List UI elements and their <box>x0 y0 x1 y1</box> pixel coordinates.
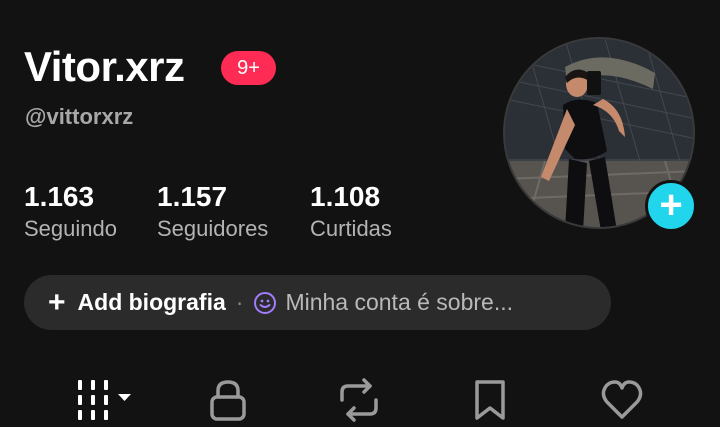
following-count: 1.163 <box>24 181 95 212</box>
likes-label: Curtidas <box>310 216 392 241</box>
plus-icon: + <box>48 285 66 319</box>
repost-icon <box>340 378 378 422</box>
bio-separator: · <box>235 289 244 315</box>
username: @vittorxrz <box>25 104 134 129</box>
display-name: Vitor.xrz <box>24 43 185 90</box>
bio-hint: Minha conta é sobre... <box>285 289 514 315</box>
tab-liked[interactable] <box>600 378 644 422</box>
likes-count: 1.108 <box>310 181 381 212</box>
bio-pill[interactable]: + Add biografia · Minha conta é sobre... <box>24 275 611 330</box>
tab-videos[interactable] <box>76 378 134 422</box>
grid-icon <box>78 380 131 420</box>
bookmark-icon <box>475 380 505 420</box>
add-bio-label: Add biografia <box>77 289 226 315</box>
tab-reposts[interactable] <box>336 378 382 422</box>
followers-count: 1.157 <box>157 181 228 212</box>
tab-private[interactable] <box>207 378 249 422</box>
following-label: Seguindo <box>24 216 117 241</box>
lock-icon <box>210 380 246 421</box>
followers-label: Seguidores <box>157 216 269 241</box>
tab-favorites[interactable] <box>472 378 508 422</box>
add-avatar-button[interactable]: + <box>645 180 697 232</box>
notification-badge[interactable]: 9+ <box>221 51 276 85</box>
heart-icon <box>601 380 643 419</box>
smile-icon <box>254 291 277 314</box>
